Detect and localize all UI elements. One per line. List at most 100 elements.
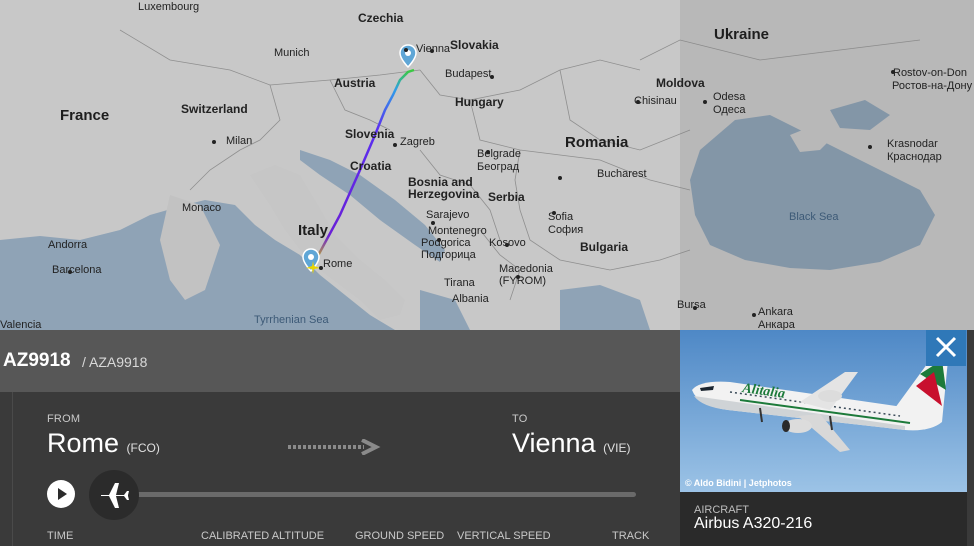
map-label-france: France [60, 107, 110, 124]
map-label-austria: Austria [334, 76, 376, 90]
map-label-tyrrhenian: Tyrrhenian Sea [254, 314, 329, 326]
city-dot [68, 270, 72, 274]
track-label: TRACK [612, 530, 650, 542]
flight-icao-callsign: / AZA9918 [82, 354, 148, 370]
map-label-munich: Munich [274, 47, 310, 59]
map-label-moldova: Moldova [656, 76, 705, 90]
map-label-krasnodar: Krasnodar [887, 138, 938, 150]
ground-speed-label: GROUND SPEED [355, 530, 445, 542]
city-dot [636, 100, 640, 104]
map-label-podgorica: Podgorica [421, 237, 471, 249]
city-dot [552, 211, 556, 215]
to-label: TO [512, 413, 528, 425]
map-label-belgrade: Belgrade [477, 148, 522, 160]
map-label-slovenia: Slovenia [345, 127, 395, 141]
map-label-albania: Albania [452, 293, 489, 305]
map-label-ukraine: Ukraine [714, 26, 770, 43]
play-icon [58, 488, 67, 500]
city-dot [505, 243, 509, 247]
map-label-andorra: Andorra [48, 239, 88, 251]
city-dot [431, 221, 435, 225]
from-airport[interactable]: Rome (FCO) [47, 428, 160, 459]
map-label-ankara: Ankara [758, 306, 793, 318]
map-label-croatia: Croatia [350, 159, 392, 173]
aircraft-value: Airbus A320-216 [694, 515, 813, 532]
city-dot [516, 275, 520, 279]
map-label-rostov: Rostov-on-Don [893, 67, 967, 79]
map-label-monaco: Monaco [182, 202, 222, 214]
map-label-rostov-ru: Ростов-на-Дону [892, 80, 973, 92]
map-label-romania: Romania [565, 134, 629, 151]
map-label-sofia-bg: София [548, 224, 584, 236]
destination-pin-icon[interactable] [399, 44, 417, 70]
airplane-icon [101, 483, 129, 508]
map-label-herzegovina: Herzegovina [408, 187, 480, 201]
city-dot [558, 176, 562, 180]
from-label: FROM [47, 413, 81, 425]
photo-credit[interactable]: © Aldo Bidini | Jetphotos [685, 478, 792, 488]
map-label-bursa: Bursa [677, 299, 706, 311]
city-dot [404, 48, 408, 52]
aircraft-photo-image: Alitalia [680, 330, 967, 492]
map-label-italy: Italy [298, 222, 329, 239]
to-code: (VIE) [603, 441, 631, 455]
map-label-switzerland: Switzerland [181, 102, 248, 116]
map-label-bucharest: Bucharest [597, 168, 647, 180]
city-dot [868, 145, 872, 149]
panel-scrollbar[interactable] [967, 330, 974, 546]
map-label-ankara-tr: Анкара [758, 319, 795, 331]
city-dot [891, 70, 895, 74]
route-arrow-icon [288, 439, 381, 455]
city-dot [703, 100, 707, 104]
close-icon [935, 336, 957, 358]
map-label-fyrom: (FYROM) [499, 275, 547, 287]
time-label: TIME [47, 530, 74, 542]
map-label-podgorica-cy: Подгорица [421, 249, 476, 261]
map-label-chisinau: Chisinau [634, 95, 677, 107]
city-dot [430, 49, 434, 53]
map-label-milan: Milan [226, 135, 253, 147]
map-label-hungary: Hungary [455, 95, 504, 109]
to-city: Vienna [512, 428, 596, 458]
city-dot [752, 313, 756, 317]
from-city: Rome [47, 428, 120, 458]
city-dot [437, 238, 441, 242]
play-button[interactable] [47, 480, 75, 508]
map-label-beograd: Београд [477, 161, 520, 173]
altitude-label: CALIBRATED ALTITUDE [201, 530, 325, 542]
route-area [12, 392, 681, 546]
map-label-czechia: Czechia [358, 11, 404, 25]
city-dot [319, 266, 323, 270]
map-label-serbia: Serbia [488, 190, 525, 204]
city-dot [486, 150, 490, 154]
map-label-montenegro: Montenegro [428, 225, 487, 237]
to-airport[interactable]: Vienna (VIE) [512, 428, 630, 459]
map-label-luxembourg: Luxembourg [138, 1, 200, 13]
map-label-odesa-ua: Одеса [713, 104, 746, 116]
map-label-krasnodar-ru: Краснодар [887, 151, 942, 163]
flight-map[interactable]: LuxembourgCzechiaUkraineMunichSlovakiaVi… [0, 0, 974, 330]
map-label-zagreb: Zagreb [400, 136, 435, 148]
map-label-macedonia: Macedonia [499, 263, 553, 275]
map-label-valencia: Valencia [0, 319, 42, 331]
city-dot [490, 75, 494, 79]
map-label-barcelona: Barcelona [52, 264, 102, 276]
map-label-black-sea: Black Sea [789, 211, 839, 223]
map-label-odesa: Odesa [713, 91, 746, 103]
city-dot [393, 143, 397, 147]
city-dot [212, 140, 216, 144]
close-button[interactable] [926, 330, 966, 366]
vertical-speed-label: VERTICAL SPEED [457, 530, 551, 542]
flight-callsign: AZ9918 [3, 350, 71, 371]
map-label-budapest: Budapest [445, 68, 492, 80]
flight-progress-bar[interactable] [115, 492, 636, 497]
flight-progress-handle[interactable] [89, 470, 139, 520]
map-label-slovakia: Slovakia [450, 38, 499, 52]
city-dot [693, 306, 697, 310]
map-label-tirana: Tirana [444, 277, 475, 289]
flight-header: AZ9918 / AZA9918 [0, 330, 680, 392]
map-label-bulgaria: Bulgaria [580, 240, 629, 254]
aircraft-photo[interactable]: Alitalia [680, 330, 967, 492]
map-label-sarajevo: Sarajevo [426, 209, 470, 221]
map-label-rome: Rome [323, 258, 353, 270]
